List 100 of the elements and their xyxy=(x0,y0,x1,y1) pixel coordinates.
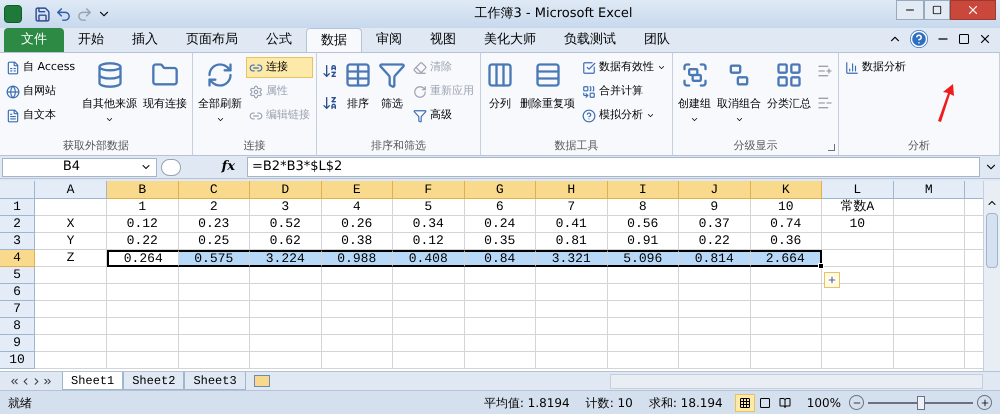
table-cell[interactable] xyxy=(178,335,250,352)
column-header[interactable]: B xyxy=(107,181,178,199)
column-header[interactable]: J xyxy=(679,181,750,199)
ribbon-small-button[interactable]: 连接 xyxy=(246,57,314,78)
table-cell[interactable]: 0.408 xyxy=(393,250,464,267)
divider-handle-icon[interactable] xyxy=(161,158,181,176)
table-cell[interactable]: 0.814 xyxy=(679,250,750,267)
table-cell[interactable] xyxy=(679,352,750,369)
zoom-slider[interactable] xyxy=(868,394,973,410)
table-cell[interactable]: 0.56 xyxy=(608,216,679,233)
table-cell[interactable]: 0.264 xyxy=(107,250,178,267)
table-cell[interactable] xyxy=(608,318,679,335)
table-cell[interactable] xyxy=(35,318,107,335)
table-cell[interactable] xyxy=(250,335,322,352)
table-cell[interactable]: 0.22 xyxy=(679,233,750,250)
table-cell[interactable]: 3.224 xyxy=(250,250,322,267)
ribbon-small-button[interactable]: 数据有效性 xyxy=(579,57,670,78)
table-cell[interactable] xyxy=(322,318,393,335)
ribbon-tab[interactable]: 审阅 xyxy=(362,28,416,52)
maximize-button[interactable] xyxy=(924,0,950,20)
ribbon-large-button[interactable]: 全部刷新 xyxy=(196,57,244,135)
table-cell[interactable] xyxy=(464,267,536,284)
undo-icon[interactable] xyxy=(55,6,72,22)
table-cell[interactable]: 0.23 xyxy=(178,216,250,233)
table-cell[interactable] xyxy=(894,267,965,284)
table-cell[interactable] xyxy=(107,284,178,301)
table-cell[interactable]: 0.12 xyxy=(107,216,178,233)
sheet-tab[interactable]: Sheet3 xyxy=(184,372,246,390)
restore-icon[interactable] xyxy=(958,33,970,45)
table-cell[interactable]: 3.321 xyxy=(536,250,608,267)
table-cell[interactable] xyxy=(822,301,894,318)
table-cell[interactable] xyxy=(894,335,965,352)
table-cell[interactable] xyxy=(178,352,250,369)
ribbon-large-button[interactable]: 删除重复项 xyxy=(518,57,578,135)
table-cell[interactable] xyxy=(35,352,107,369)
ribbon-tab[interactable]: 数据 xyxy=(306,28,362,52)
table-cell[interactable] xyxy=(822,352,894,369)
ribbon-large-button[interactable]: 自其他来源 xyxy=(80,57,140,135)
table-cell[interactable] xyxy=(322,301,393,318)
table-cell[interactable]: 9 xyxy=(679,199,750,216)
table-cell[interactable]: X xyxy=(35,216,107,233)
ribbon-small-button[interactable]: 合并计算 xyxy=(579,81,670,102)
ribbon-small-button[interactable]: 模拟分析 xyxy=(579,105,670,126)
table-cell[interactable]: 0.35 xyxy=(464,233,536,250)
table-cell[interactable]: 0.34 xyxy=(393,216,464,233)
insert-function-button[interactable]: fx xyxy=(185,157,243,177)
table-cell[interactable] xyxy=(250,318,322,335)
ribbon-tab[interactable]: 开始 xyxy=(64,28,118,52)
sheet-tab[interactable]: Sheet1 xyxy=(62,372,124,390)
table-cell[interactable] xyxy=(322,267,393,284)
table-cell[interactable]: 0.84 xyxy=(464,250,536,267)
table-cell[interactable] xyxy=(107,352,178,369)
table-cell[interactable] xyxy=(536,301,608,318)
row-header[interactable]: 5 xyxy=(0,267,35,284)
table-cell[interactable] xyxy=(536,335,608,352)
table-cell[interactable]: 0.575 xyxy=(178,250,250,267)
table-cell[interactable] xyxy=(35,199,107,216)
table-cell[interactable]: 8 xyxy=(608,199,679,216)
paste-options-icon[interactable] xyxy=(824,272,840,288)
sheet-tab[interactable]: Sheet2 xyxy=(123,372,184,390)
table-cell[interactable] xyxy=(107,318,178,335)
row-header[interactable]: 3 xyxy=(0,233,35,250)
zoom-in-icon[interactable] xyxy=(977,395,992,410)
ribbon-large-button[interactable]: 排序 xyxy=(342,57,374,135)
dialog-launcher-icon[interactable] xyxy=(828,144,836,151)
table-cell[interactable]: 0.26 xyxy=(322,216,393,233)
table-cell[interactable] xyxy=(679,267,750,284)
ribbon-small-button[interactable]: 自文本 xyxy=(3,105,78,126)
table-cell[interactable]: 10 xyxy=(750,199,822,216)
table-cell[interactable] xyxy=(750,318,822,335)
ribbon-tab[interactable]: 页面布局 xyxy=(172,28,252,52)
table-cell[interactable]: 0.37 xyxy=(679,216,750,233)
table-cell[interactable]: 3 xyxy=(250,199,322,216)
table-cell[interactable] xyxy=(679,335,750,352)
table-cell[interactable] xyxy=(35,335,107,352)
table-cell[interactable] xyxy=(464,301,536,318)
table-cell[interactable] xyxy=(178,318,250,335)
table-cell[interactable]: 0.38 xyxy=(322,233,393,250)
table-cell[interactable]: 0.52 xyxy=(250,216,322,233)
column-header[interactable]: I xyxy=(608,181,679,199)
column-header[interactable]: M xyxy=(894,181,965,199)
table-cell[interactable] xyxy=(393,267,464,284)
new-sheet-icon[interactable] xyxy=(254,375,270,387)
table-cell[interactable] xyxy=(250,352,322,369)
column-header[interactable]: H xyxy=(536,181,608,199)
ribbon-tab[interactable]: 插入 xyxy=(118,28,172,52)
name-box[interactable]: B4 xyxy=(2,158,157,176)
table-cell[interactable] xyxy=(608,301,679,318)
table-cell[interactable] xyxy=(178,301,250,318)
table-cell[interactable]: 0.24 xyxy=(464,216,536,233)
table-cell[interactable] xyxy=(393,352,464,369)
help-icon[interactable] xyxy=(910,30,928,48)
formula-field[interactable]: =B2*B3*$L$2 xyxy=(247,157,980,177)
table-cell[interactable] xyxy=(107,335,178,352)
vertical-scrollbar[interactable] xyxy=(983,181,1000,371)
horizontal-scrollbar[interactable] xyxy=(610,374,983,388)
ribbon-small-button[interactable]: 自网站 xyxy=(3,81,78,102)
ribbon-tab[interactable]: 公式 xyxy=(252,28,306,52)
table-cell[interactable]: 6 xyxy=(464,199,536,216)
ribbon-large-button[interactable]: 取消组合 xyxy=(715,57,764,135)
